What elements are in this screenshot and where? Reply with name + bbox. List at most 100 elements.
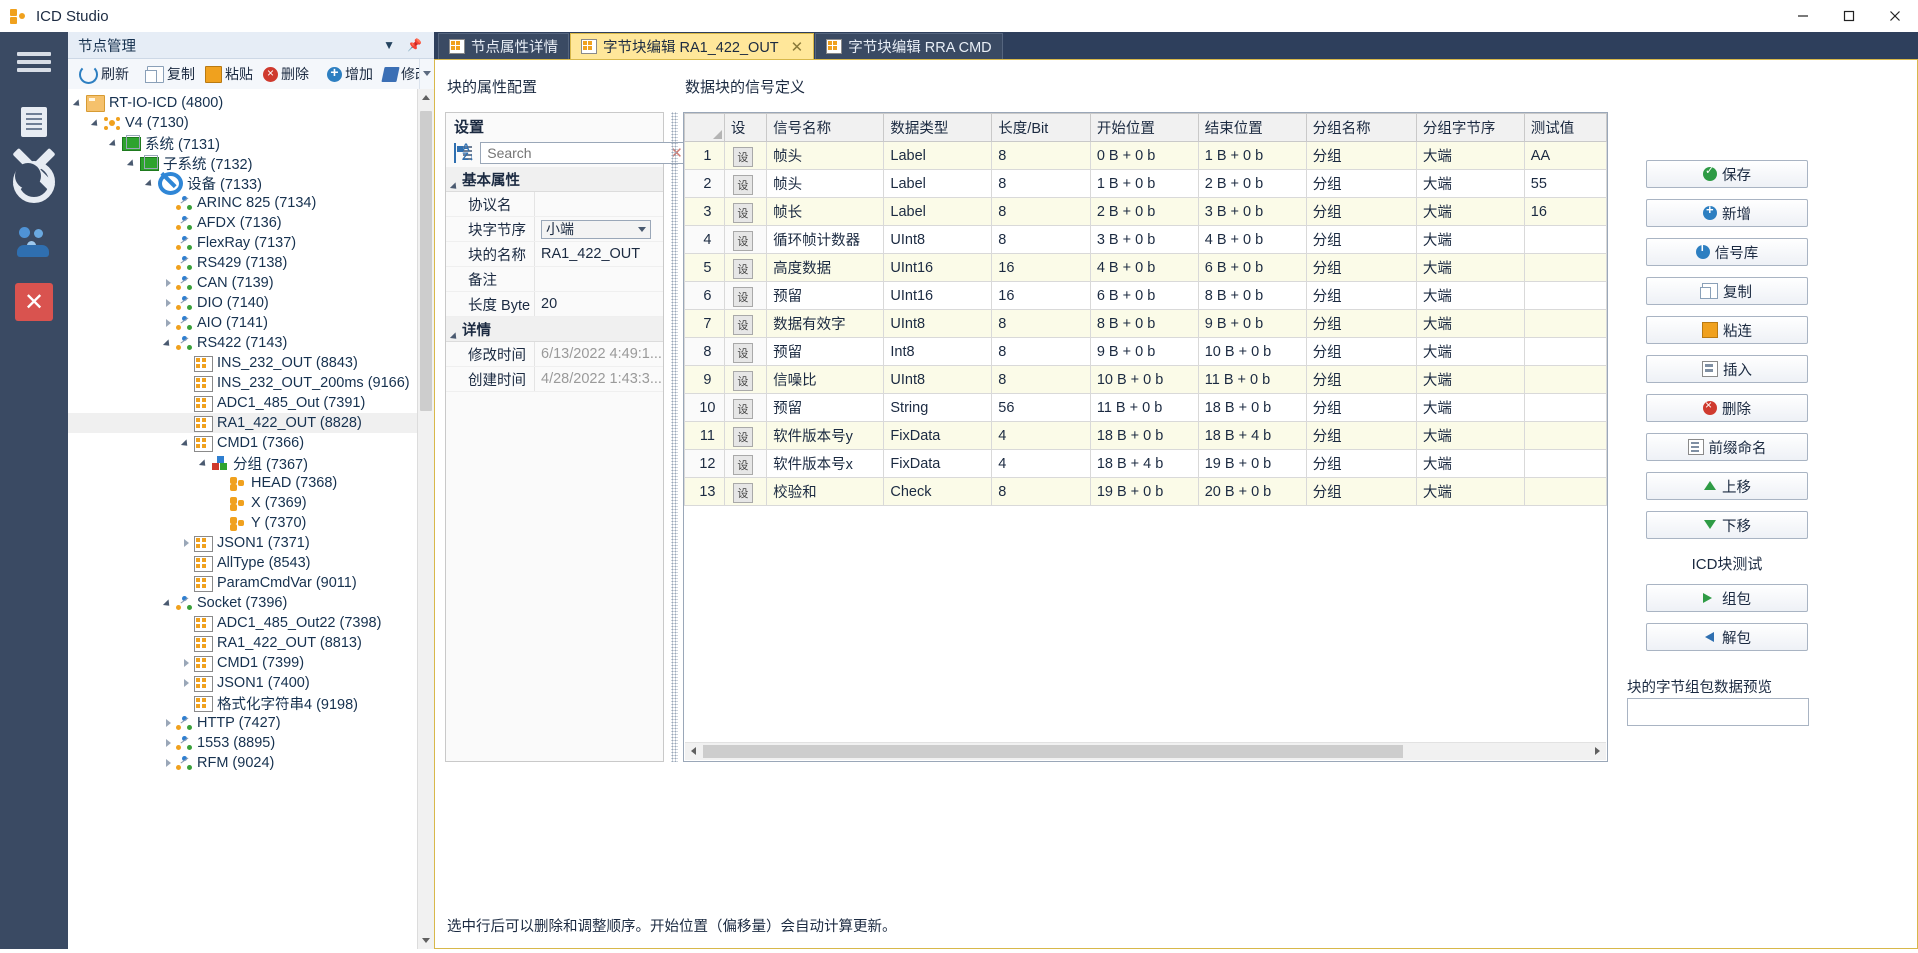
- cell-type[interactable]: FixData: [884, 422, 992, 450]
- toolbar-overflow-button[interactable]: [419, 59, 434, 89]
- pin-icon[interactable]: 📌: [407, 38, 422, 52]
- row-settings-cell[interactable]: 设: [724, 310, 766, 338]
- property-category[interactable]: 基本属性: [446, 167, 663, 192]
- tree-expander-icon[interactable]: [180, 676, 194, 690]
- cell-type[interactable]: UInt16: [884, 254, 992, 282]
- close-button[interactable]: [1872, 0, 1918, 32]
- table-row[interactable]: 4设循环帧计数器UInt883 B + 0 b4 B + 0 b分组大端: [685, 226, 1607, 254]
- cell-bits[interactable]: 8: [992, 310, 1091, 338]
- table-row[interactable]: 13设校验和Check819 B + 0 b20 B + 0 b分组大端: [685, 478, 1607, 506]
- cell-start[interactable]: 2 B + 0 b: [1090, 198, 1198, 226]
- cell-group[interactable]: 分组: [1306, 450, 1416, 478]
- search-input[interactable]: [485, 144, 670, 162]
- row-settings-cell[interactable]: 设: [724, 478, 766, 506]
- action-button-2[interactable]: 信号库: [1646, 238, 1808, 266]
- cell-end[interactable]: 4 B + 0 b: [1198, 226, 1306, 254]
- tree-node[interactable]: 系统 (7131): [68, 133, 418, 153]
- tree-node[interactable]: 分组 (7367): [68, 453, 418, 473]
- rail-item-exit[interactable]: ✕: [0, 272, 68, 332]
- column-header-7[interactable]: 分组名称: [1306, 114, 1416, 142]
- cell-type[interactable]: UInt8: [884, 366, 992, 394]
- column-header-6[interactable]: 结束位置: [1198, 114, 1306, 142]
- cell-start[interactable]: 19 B + 0 b: [1090, 478, 1198, 506]
- settings-button[interactable]: 设: [733, 315, 753, 335]
- tree-vertical-scrollbar[interactable]: [417, 89, 434, 949]
- cell-start[interactable]: 0 B + 0 b: [1090, 142, 1198, 170]
- cell-start[interactable]: 1 B + 0 b: [1090, 170, 1198, 198]
- cell-order[interactable]: 大端: [1416, 366, 1524, 394]
- row-settings-cell[interactable]: 设: [724, 282, 766, 310]
- tab-0[interactable]: 节点属性详情: [438, 33, 569, 59]
- action-button-0[interactable]: 保存: [1646, 160, 1808, 188]
- hscroll-thumb[interactable]: [703, 745, 1403, 758]
- cell-group[interactable]: 分组: [1306, 226, 1416, 254]
- cell-bits[interactable]: 16: [992, 282, 1091, 310]
- tree-node[interactable]: DIO (7140): [68, 293, 418, 313]
- cell-order[interactable]: 大端: [1416, 254, 1524, 282]
- cell-end[interactable]: 1 B + 0 b: [1198, 142, 1306, 170]
- property-category[interactable]: 详情: [446, 317, 663, 342]
- cell-order[interactable]: 大端: [1416, 338, 1524, 366]
- column-header-2[interactable]: 信号名称: [767, 114, 884, 142]
- tree-node[interactable]: Y (7370): [68, 513, 418, 533]
- tree-node[interactable]: HTTP (7427): [68, 713, 418, 733]
- column-header-5[interactable]: 开始位置: [1090, 114, 1198, 142]
- tree-node[interactable]: CMD1 (7366): [68, 433, 418, 453]
- rail-item-settings[interactable]: [0, 152, 68, 212]
- cell-test[interactable]: [1524, 338, 1606, 366]
- table-row[interactable]: 9设信噪比UInt8810 B + 0 b11 B + 0 b分组大端: [685, 366, 1607, 394]
- byte-order-select[interactable]: 小端: [541, 220, 651, 239]
- cell-end[interactable]: 19 B + 0 b: [1198, 450, 1306, 478]
- table-row[interactable]: 1设帧头Label80 B + 0 b1 B + 0 b分组大端AA: [685, 142, 1607, 170]
- settings-button[interactable]: 设: [733, 203, 753, 223]
- panel-splitter[interactable]: [671, 112, 678, 762]
- settings-button[interactable]: 设: [733, 287, 753, 307]
- action-button-7[interactable]: 前缀命名: [1646, 433, 1808, 461]
- cell-group[interactable]: 分组: [1306, 310, 1416, 338]
- cell-bits[interactable]: 56: [992, 394, 1091, 422]
- column-header-9[interactable]: 测试值: [1524, 114, 1606, 142]
- row-settings-cell[interactable]: 设: [724, 394, 766, 422]
- chevron-down-icon[interactable]: ▼: [383, 38, 395, 52]
- property-value[interactable]: RA1_422_OUT: [534, 242, 663, 266]
- tree-expander-icon[interactable]: [72, 96, 86, 110]
- cell-type[interactable]: UInt8: [884, 226, 992, 254]
- cell-group[interactable]: 分组: [1306, 366, 1416, 394]
- cell-type[interactable]: FixData: [884, 450, 992, 478]
- cell-end[interactable]: 11 B + 0 b: [1198, 366, 1306, 394]
- cell-end[interactable]: 6 B + 0 b: [1198, 254, 1306, 282]
- cell-bits[interactable]: 16: [992, 254, 1091, 282]
- tree-node[interactable]: INS_232_OUT (8843): [68, 353, 418, 373]
- delete-button[interactable]: 删除: [258, 62, 314, 86]
- cell-bits[interactable]: 8: [992, 366, 1091, 394]
- row-settings-cell[interactable]: 设: [724, 450, 766, 478]
- tree-expander-icon[interactable]: [180, 436, 194, 450]
- cell-order[interactable]: 大端: [1416, 450, 1524, 478]
- table-row[interactable]: 2设帧头Label81 B + 0 b2 B + 0 b分组大端55: [685, 170, 1607, 198]
- row-settings-cell[interactable]: 设: [724, 226, 766, 254]
- property-value[interactable]: [534, 267, 663, 291]
- table-row[interactable]: 3设帧长Label82 B + 0 b3 B + 0 b分组大端16: [685, 198, 1607, 226]
- cell-bits[interactable]: 8: [992, 338, 1091, 366]
- tree-node[interactable]: 1553 (8895): [68, 733, 418, 753]
- tree-node[interactable]: CMD1 (7399): [68, 653, 418, 673]
- scroll-down-icon[interactable]: [418, 932, 434, 949]
- scroll-up-icon[interactable]: [418, 89, 434, 106]
- settings-button[interactable]: 设: [733, 231, 753, 251]
- maximize-button[interactable]: [1826, 0, 1872, 32]
- cell-bits[interactable]: 8: [992, 226, 1091, 254]
- cell-name[interactable]: 预留: [767, 394, 884, 422]
- scroll-right-icon[interactable]: [1589, 743, 1606, 760]
- tree-expander-icon[interactable]: [162, 736, 176, 750]
- cell-start[interactable]: 18 B + 4 b: [1090, 450, 1198, 478]
- tree-node[interactable]: 设备 (7133): [68, 173, 418, 193]
- refresh-button[interactable]: 刷新: [74, 62, 134, 86]
- tree-expander-icon[interactable]: [180, 656, 194, 670]
- cell-start[interactable]: 11 B + 0 b: [1090, 394, 1198, 422]
- cell-name[interactable]: 高度数据: [767, 254, 884, 282]
- cell-order[interactable]: 大端: [1416, 422, 1524, 450]
- cell-test[interactable]: [1524, 422, 1606, 450]
- column-header-8[interactable]: 分组字节序: [1416, 114, 1524, 142]
- cell-test[interactable]: [1524, 282, 1606, 310]
- cell-end[interactable]: 2 B + 0 b: [1198, 170, 1306, 198]
